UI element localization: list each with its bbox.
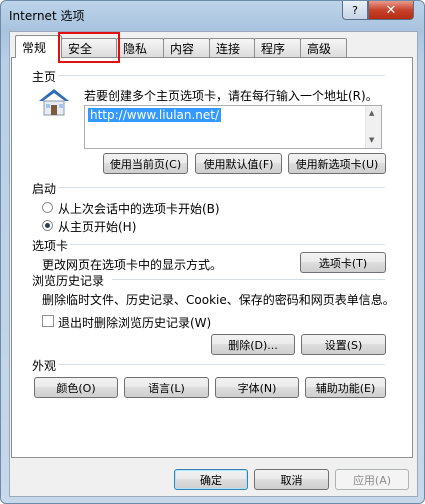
tab-label: 连接 [216, 41, 241, 56]
button-label: 辅助功能(E) [315, 381, 376, 395]
scroll-down-icon[interactable]: ▼ [369, 136, 374, 144]
button-label: 使用当前页(C) [109, 157, 182, 171]
delete-history-button[interactable]: 删除(D)... [211, 334, 295, 355]
button-label: 取消 [280, 473, 303, 487]
apply-button[interactable]: 应用(A) [335, 469, 409, 490]
accessibility-button[interactable]: 辅助功能(E) [305, 377, 386, 398]
tabs-description: 更改网页在选项卡中的显示方式。 [42, 258, 223, 272]
startup-last-session-label[interactable]: 从上次会话中的选项卡开始(B) [58, 200, 220, 217]
delete-on-exit-checkbox[interactable] [42, 315, 54, 327]
button-label: 选项卡(T) [318, 256, 368, 270]
tab-connections[interactable]: 连接 [209, 38, 255, 57]
colors-button[interactable]: 颜色(O) [34, 377, 118, 398]
button-label: 应用(A) [352, 473, 392, 487]
tab-label: 隐私 [123, 41, 148, 56]
languages-button[interactable]: 语言(L) [124, 377, 209, 398]
button-label: 设置(S) [324, 338, 363, 352]
divider [58, 364, 385, 365]
fonts-button[interactable]: 字体(N) [215, 377, 299, 398]
tab-label: 内容 [170, 41, 195, 56]
use-default-button[interactable]: 使用默认值(F) [195, 153, 282, 174]
divider [70, 244, 385, 245]
appearance-group-label: 外观 [32, 359, 57, 373]
history-description: 删除临时文件、历史记录、Cookie、保存的密码和网页表单信息。 [42, 293, 395, 307]
home-icon [36, 86, 72, 121]
homepage-description: 若要创建多个主页选项卡，请在每行输入一个地址(R)。 [84, 89, 378, 103]
history-group-label: 浏览历史记录 [32, 274, 105, 288]
close-icon: ✕ [385, 2, 397, 18]
homepage-group-label: 主页 [32, 70, 57, 84]
startup-last-session-radio[interactable] [42, 202, 53, 213]
tab-privacy[interactable]: 隐私 [116, 38, 164, 57]
highlight-box [58, 32, 120, 63]
tabs-group-label: 选项卡 [32, 239, 69, 253]
title-bar[interactable]: Internet 选项 ? ✕ [1, 1, 424, 31]
tab-programs[interactable]: 程序 [254, 38, 301, 57]
history-settings-button[interactable]: 设置(S) [301, 334, 386, 355]
divider [112, 279, 385, 280]
tab-label: 高级 [307, 41, 332, 56]
homepage-url-text: http://www.liulan.net/ [88, 108, 222, 122]
help-button[interactable]: ? [342, 1, 368, 20]
button-label: 删除(D)... [228, 338, 278, 352]
scroll-up-icon[interactable]: ▲ [369, 109, 374, 117]
use-current-button[interactable]: 使用当前页(C) [103, 153, 188, 174]
startup-group-label: 启动 [32, 182, 57, 196]
tab-label: 程序 [261, 41, 286, 56]
tab-content[interactable]: 内容 [163, 38, 210, 57]
tab-general[interactable]: 常规 [15, 35, 62, 58]
button-label: 颜色(O) [56, 381, 96, 395]
tab-label: 常规 [22, 40, 47, 55]
divider [58, 75, 385, 76]
help-icon: ? [352, 3, 358, 17]
startup-homepage-label[interactable]: 从主页开始(H) [58, 218, 136, 235]
button-label: 使用默认值(F) [203, 157, 274, 171]
ok-button[interactable]: 确定 [174, 469, 248, 490]
divider [58, 187, 385, 188]
tabs-settings-button[interactable]: 选项卡(T) [300, 252, 386, 273]
button-label: 语言(L) [148, 381, 185, 395]
cancel-button[interactable]: 取消 [254, 469, 329, 490]
close-button[interactable]: ✕ [368, 1, 414, 20]
startup-homepage-radio[interactable] [42, 220, 53, 231]
homepage-url-input[interactable]: http://www.liulan.net/ ▲ ▼ [84, 105, 382, 149]
use-new-tab-button[interactable]: 使用新选项卡(U) [288, 153, 386, 174]
button-label: 字体(N) [237, 381, 277, 395]
tab-advanced[interactable]: 高级 [300, 38, 347, 57]
button-label: 确定 [200, 473, 222, 487]
homepage-scrollbar[interactable]: ▲ ▼ [365, 106, 381, 148]
button-label: 使用新选项卡(U) [295, 157, 379, 171]
delete-on-exit-label[interactable]: 退出时删除浏览历史记录(W) [58, 314, 211, 331]
window-title: Internet 选项 [9, 9, 85, 23]
